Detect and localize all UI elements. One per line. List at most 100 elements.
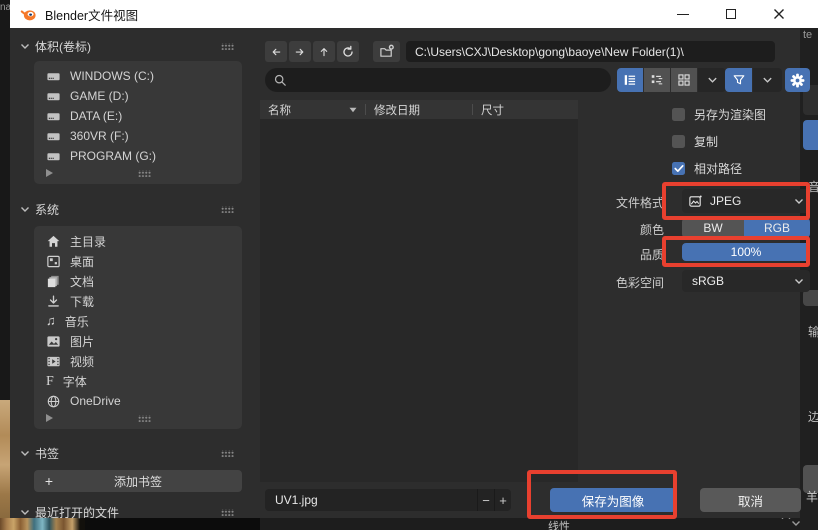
- file-list-header: 名称 修改日期 尺寸: [260, 100, 578, 119]
- system-item-label: 主目录: [70, 233, 106, 250]
- system-list-item[interactable]: 文档: [34, 271, 242, 291]
- chevron-down-icon: [20, 509, 30, 516]
- save-button-label: 保存为图像: [582, 491, 645, 510]
- system-list-item[interactable]: 图片: [34, 331, 242, 351]
- system-section-header[interactable]: 系统: [10, 200, 240, 218]
- column-size[interactable]: 尺寸: [481, 102, 504, 118]
- cancel-button[interactable]: 取消: [700, 488, 801, 512]
- save-as-image-button[interactable]: 保存为图像: [550, 488, 676, 512]
- system-item-label: 下载: [70, 293, 94, 310]
- file-format-dropdown[interactable]: JPEG: [682, 189, 810, 213]
- box-grip-handle[interactable]: [138, 170, 151, 177]
- window-titlebar[interactable]: Blender文件视图: [10, 0, 818, 28]
- new-folder-icon: [379, 44, 395, 59]
- volume-list-item[interactable]: DATA (E:): [34, 106, 242, 126]
- gear-icon: [790, 73, 805, 88]
- checkbox-checked[interactable]: [672, 162, 685, 175]
- system-item-label: 字体: [63, 373, 87, 390]
- volume-list-item[interactable]: GAME (D:): [34, 86, 242, 106]
- file-format-label: 文件格式: [570, 194, 664, 211]
- relative-path-option[interactable]: 相对路径: [672, 160, 742, 177]
- color-space-label: 色彩空间: [570, 274, 664, 291]
- bookmarks-section-header[interactable]: 书签: [10, 444, 240, 462]
- system-list-item[interactable]: 桌面: [34, 251, 242, 271]
- parent-directory-button[interactable]: [313, 41, 335, 62]
- bookmarks-section-title: 书签: [35, 445, 59, 462]
- copy-option[interactable]: 复制: [672, 133, 718, 150]
- view-thumbnails-button[interactable]: [671, 68, 697, 92]
- system-list-item[interactable]: ♫ 音乐: [34, 311, 242, 331]
- refresh-button[interactable]: [337, 41, 359, 62]
- search-icon: [273, 73, 288, 88]
- directory-path-field[interactable]: C:\Users\CXJ\Desktop\gong\baoye\New Fold…: [406, 41, 775, 62]
- sort-descending-icon[interactable]: [349, 107, 357, 113]
- volume-label: PROGRAM (G:): [70, 149, 156, 163]
- filter-button[interactable]: [725, 68, 752, 92]
- drive-icon: [46, 109, 61, 124]
- underlay-text-fragment: 输: [808, 323, 818, 340]
- color-rgb-button[interactable]: RGB: [744, 218, 810, 238]
- font-icon: F: [46, 374, 54, 389]
- checkbox-unchecked[interactable]: [672, 108, 685, 121]
- home-icon: [46, 234, 61, 249]
- volume-list-item[interactable]: 360VR (F:): [34, 126, 242, 146]
- vertical-list-icon: [623, 73, 637, 87]
- expand-more-icon[interactable]: [46, 414, 53, 422]
- system-list-item[interactable]: 下载: [34, 291, 242, 311]
- checkbox-unchecked[interactable]: [672, 135, 685, 148]
- volume-list-item[interactable]: PROGRAM (G:): [34, 146, 242, 166]
- volumes-section-header[interactable]: 体积(卷标): [10, 37, 240, 55]
- forward-button[interactable]: [289, 41, 311, 62]
- file-list-area[interactable]: [260, 119, 578, 482]
- filename-input[interactable]: UV1.jpg: [265, 489, 477, 511]
- section-grip-handle[interactable]: [221, 43, 234, 50]
- maximize-button[interactable]: [714, 0, 748, 28]
- system-list-item[interactable]: F 字体: [34, 371, 242, 391]
- underlying-button-fragment: [803, 120, 818, 150]
- chevron-down-icon: [20, 206, 30, 213]
- add-bookmark-button[interactable]: + 添加书签: [34, 470, 242, 492]
- view-detailed-list-button[interactable]: [644, 68, 670, 92]
- system-list-item[interactable]: 主目录: [34, 231, 242, 251]
- desktop-icon: [46, 254, 61, 269]
- recent-section-header[interactable]: 最近打开的文件: [10, 503, 240, 521]
- create-new-directory-button[interactable]: [373, 41, 400, 62]
- system-list-item[interactable]: 视频: [34, 351, 242, 371]
- search-input[interactable]: [265, 68, 611, 92]
- display-settings-dropdown[interactable]: [698, 68, 726, 92]
- section-grip-handle[interactable]: [221, 450, 234, 457]
- color-bw-button[interactable]: BW: [682, 218, 744, 238]
- filename-value: UV1.jpg: [275, 493, 318, 507]
- settings-button[interactable]: [785, 68, 810, 92]
- close-button[interactable]: [762, 0, 796, 28]
- system-list-item[interactable]: OneDrive: [34, 391, 242, 411]
- minimize-icon: [677, 14, 689, 15]
- minimize-button[interactable]: [666, 0, 700, 28]
- section-grip-handle[interactable]: [221, 509, 234, 516]
- filter-group: [725, 68, 782, 92]
- filter-settings-dropdown[interactable]: [753, 68, 782, 92]
- file-browser-dialog: 体积(卷标) WINDOWS (C:) GAME (D:) DATA (E:): [10, 0, 800, 518]
- quality-slider[interactable]: 100%: [682, 243, 810, 261]
- funnel-icon: [732, 73, 746, 87]
- view-vertical-list-button[interactable]: [617, 68, 643, 92]
- file-format-value: JPEG: [710, 194, 741, 208]
- back-button[interactable]: [265, 41, 287, 62]
- drive-icon: [46, 129, 61, 144]
- maximize-icon: [726, 9, 736, 19]
- increment-filename-button[interactable]: +: [494, 489, 511, 511]
- volume-label: WINDOWS (C:): [70, 69, 154, 83]
- volume-list-item[interactable]: WINDOWS (C:): [34, 66, 242, 86]
- color-space-dropdown[interactable]: sRGB: [682, 270, 810, 292]
- expand-more-icon[interactable]: [46, 169, 53, 177]
- onedrive-icon: [46, 394, 61, 409]
- volumes-list-footer: [34, 166, 242, 180]
- music-icon: ♫: [46, 314, 56, 328]
- directory-path-text: C:\Users\CXJ\Desktop\gong\baoye\New Fold…: [415, 45, 684, 59]
- section-grip-handle[interactable]: [221, 206, 234, 213]
- decrement-filename-button[interactable]: −: [477, 489, 494, 511]
- column-name[interactable]: 名称: [268, 102, 291, 118]
- column-date-modified[interactable]: 修改日期: [374, 102, 420, 118]
- save-as-render-option[interactable]: 另存为渲染图: [672, 106, 766, 123]
- box-grip-handle[interactable]: [138, 415, 151, 422]
